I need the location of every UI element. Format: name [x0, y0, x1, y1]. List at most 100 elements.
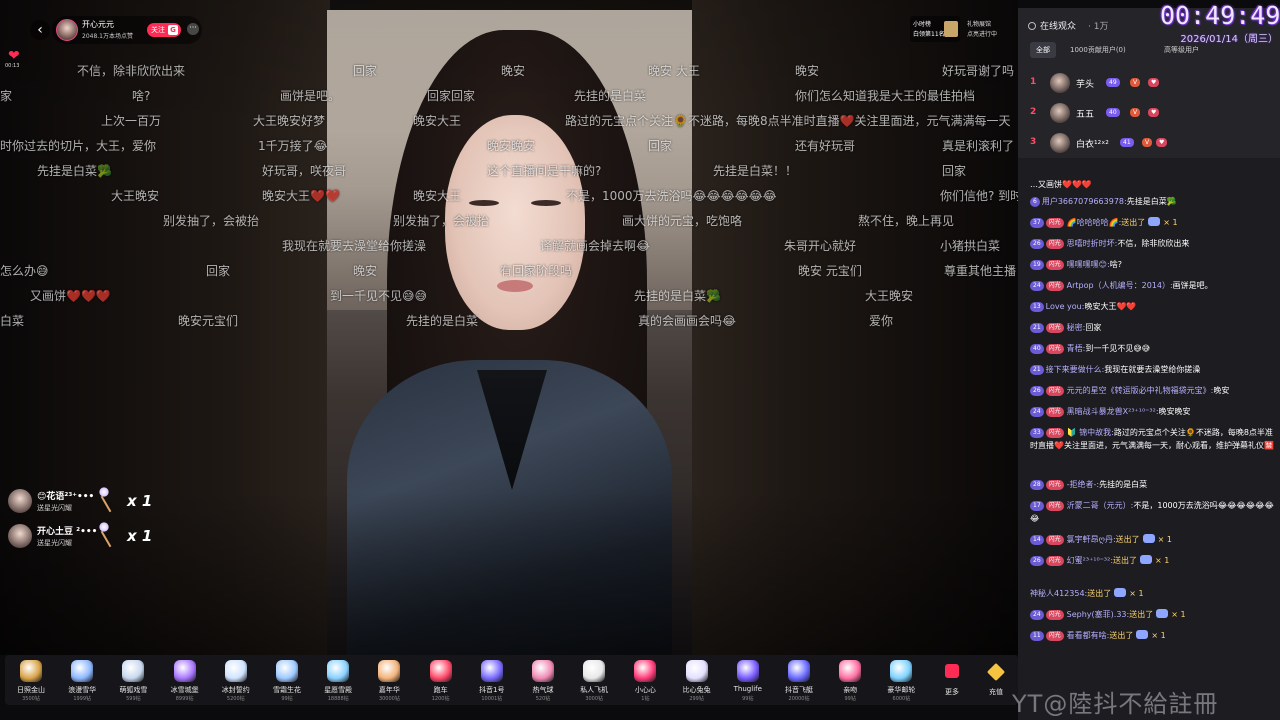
avatar	[1050, 103, 1070, 123]
chat-message[interactable]: 6 用户3667079663978:先挂是白菜🥦	[1030, 195, 1276, 208]
chat-username[interactable]: 看看都有啥:	[1067, 631, 1110, 640]
chat-message[interactable]: 26 闪光 思嘻时折时坏:不信，除非欣欣出来	[1030, 237, 1276, 250]
chat-username[interactable]: 氯宇軒昂ღ丹:	[1067, 535, 1116, 544]
chat-username[interactable]: 青梧:	[1067, 344, 1086, 353]
danmaku-comment: 晚安 元宝们	[798, 264, 862, 278]
chat-message[interactable]: …又画饼❤️❤️❤️	[1030, 178, 1276, 191]
gift-name: Thuglife	[733, 685, 762, 693]
gift-item[interactable]: 冰雪城堡 8999钻	[160, 656, 210, 704]
chat-username[interactable]: 秘密:	[1067, 323, 1086, 332]
fan-badge: 闪光	[1045, 480, 1064, 490]
chat-username[interactable]: Artpop（人机编号：2014）:	[1067, 281, 1173, 290]
chat-message[interactable]: 26 闪光 幻蜜²³⁺¹⁰⁼³²:送出了 × 1	[1030, 554, 1276, 567]
chat-message[interactable]: 26 闪光 元元的星空《转运版必中礼物福袋元宝》:晚安	[1030, 384, 1276, 397]
chat-message[interactable]: 19 闪光 嘿嘿嘿嘿😊:啥?	[1030, 258, 1276, 271]
chat-text: 我现在就要去澡堂给你搓澡	[1104, 365, 1201, 374]
chat-message[interactable]: 17 闪光 沂蒙二哥（元元）:不是，1000万去洗浴吗😂😂😂😂😂😂😂	[1030, 499, 1276, 525]
gift-icon	[1148, 217, 1161, 226]
chat-username[interactable]: Love you:	[1046, 302, 1085, 311]
more-options-button[interactable]: ···	[187, 23, 199, 35]
level-badge: 24	[1030, 407, 1044, 417]
gift-item[interactable]: 雪霜生花 99钻	[262, 656, 312, 704]
live-badge[interactable]: ❤ 00:13	[5, 48, 25, 69]
gift-item[interactable]: 小心心 1钻	[620, 656, 670, 704]
gift-item[interactable]: 豪华邮轮 6000钻	[876, 656, 926, 704]
chat-username[interactable]: 🔰 锦中故我:	[1067, 428, 1114, 437]
gift-icon	[122, 660, 145, 682]
danmaku-comment: 晚安	[795, 64, 820, 78]
recharge-button[interactable]: 充值	[975, 656, 1017, 704]
top-viewer-row[interactable]: 2 五五 40 V ♥	[1028, 100, 1268, 126]
chat-message[interactable]: 13 Love you:晚安大王❤️❤️	[1030, 300, 1276, 313]
chat-message[interactable]: 14 闪光 氯宇軒昂ღ丹:送出了 × 1	[1030, 533, 1276, 546]
gift-gallery-card[interactable]: 礼物展馆 点亮进行中	[965, 16, 1015, 42]
chat-username[interactable]: 思嘻时折时坏:	[1067, 239, 1118, 248]
gift-item[interactable]: 日照金山 3500钻	[6, 656, 56, 704]
more-gifts-button[interactable]: 更多	[935, 656, 969, 704]
gift-item[interactable]: 嘉年华 30000钻	[364, 656, 414, 704]
gift-item[interactable]: 浪漫雪华 1999钻	[57, 656, 107, 704]
chat-message[interactable]: 21 闪光 秘密:回家	[1030, 321, 1276, 334]
gift-icon	[1156, 609, 1169, 618]
danmaku-comment: 回家	[206, 264, 231, 278]
gift-item[interactable]: 萌狐戏雪 599钻	[108, 656, 158, 704]
gift-item[interactable]: 跑车 1200钻	[416, 656, 466, 704]
chat-username[interactable]: 🌈哈哈哈哈🌈:	[1067, 218, 1122, 227]
gift-item[interactable]: 冰封誓约 5200钻	[211, 656, 261, 704]
gift-item[interactable]: 热气球 520钻	[518, 656, 568, 704]
gift-gallery-title: 礼物展馆	[967, 21, 992, 28]
watermark: YT@陸抖不給註冊	[1012, 690, 1219, 718]
hour-rank-card[interactable]: 小时榜 白领第11名	[910, 16, 960, 42]
chat-username[interactable]: 黑暗战斗暴龙兽X²³⁺¹⁰⁼³²:	[1067, 407, 1159, 416]
top-viewer-row[interactable]: 1 芋头 49 V ♥	[1028, 70, 1268, 96]
chat-message[interactable]: 33 闪光 🔰 锦中故我:路过的元宝点个关注🌻不迷路，每晚8点半准时直播❤️关注里面…	[1030, 426, 1276, 452]
gift-price: 3500钻	[22, 696, 40, 702]
chat-username[interactable]: Sephy(塞菲).33:	[1067, 610, 1130, 619]
chat-username[interactable]: -拒绝者-:	[1067, 480, 1099, 489]
fan-badge: 闪光	[1045, 428, 1064, 438]
gift-icon	[890, 660, 913, 682]
gift-item[interactable]: 私人飞机 3000钻	[569, 656, 619, 704]
danmaku-comment: 大王晚安	[865, 289, 914, 303]
gift-item[interactable]: 比心兔兔 299钻	[672, 656, 722, 704]
fan-badge: ♥	[1148, 108, 1160, 117]
chat-text: 啥?	[1109, 260, 1122, 269]
gift-icon	[327, 660, 350, 682]
chat-message[interactable]: 40 闪光 青梧:到一千见不见😅😅	[1030, 342, 1276, 355]
chat-username[interactable]: 幻蜜²³⁺¹⁰⁼³²:	[1067, 556, 1113, 565]
tab-all[interactable]: 全部	[1030, 42, 1056, 58]
chat-message[interactable]: 11 闪光 看看都有啥:送出了 × 1	[1030, 629, 1276, 642]
chat-username[interactable]: 用户3667079663978:	[1042, 197, 1127, 206]
chat-username[interactable]: 接下来要做什么:	[1046, 365, 1105, 374]
gift-item[interactable]: Thuglife 99钻	[723, 656, 773, 704]
gift-name: 跑车	[433, 686, 448, 694]
chat-username[interactable]: 嘿嘿嘿嘿😊:	[1067, 260, 1110, 269]
level-badge: 6	[1030, 197, 1040, 207]
gift-item[interactable]: 亲吻 99钻	[825, 656, 875, 704]
chat-text: 回家	[1085, 323, 1102, 332]
chat-message[interactable]: 28 闪光 -拒绝者-:先挂的是白菜	[1030, 478, 1276, 491]
gift-price: 599钻	[126, 696, 141, 702]
back-button[interactable]: ‹	[30, 20, 50, 40]
chat-message[interactable]: 神秘人412354:送出了 × 1	[1030, 587, 1276, 600]
level-badge: 14	[1030, 535, 1044, 545]
gift-count: × 1	[1129, 589, 1144, 598]
chat-message[interactable]: 37 闪光 🌈哈哈哈哈🌈:送出了 × 1	[1030, 216, 1276, 229]
streamer-avatar[interactable]	[56, 19, 78, 41]
gift-item[interactable]: 抖音1号 10001钻	[467, 656, 517, 704]
chat-username[interactable]: 神秘人412354:	[1030, 589, 1087, 598]
follow-button[interactable]: 关注 G	[147, 23, 181, 37]
chat-message[interactable]: 24 闪光 黑暗战斗暴龙兽X²³⁺¹⁰⁼³²:晚安晚安	[1030, 405, 1276, 418]
chat-text: …又画饼❤️❤️❤️	[1030, 180, 1092, 189]
chat-feed[interactable]: …又画饼❤️❤️❤️ 6 用户3667079663978:先挂是白菜🥦 37 闪光 🌈哈哈…	[1018, 178, 1280, 720]
gift-item[interactable]: 抖音飞艇 20000钻	[774, 656, 824, 704]
chat-username[interactable]: 元元的星空《转运版必中礼物福袋元宝》:	[1067, 386, 1214, 395]
gift-count: × 1	[1157, 535, 1172, 544]
chat-message[interactable]: 24 闪光 Artpop（人机编号：2014）:画饼是吧。	[1030, 279, 1276, 292]
tab-top-contributors[interactable]: 1000贡献用户(0)	[1064, 42, 1132, 58]
gift-item[interactable]: 星愿雪殿 18888钻	[313, 656, 363, 704]
chat-message[interactable]: 21 接下来要做什么:我现在就要去澡堂给你搓澡	[1030, 363, 1276, 376]
chat-message[interactable]: 24 闪光 Sephy(塞菲).33:送出了 × 1	[1030, 608, 1276, 621]
chat-username[interactable]: 沂蒙二哥（元元）:	[1067, 501, 1134, 510]
top-viewer-row[interactable]: 3 白衣¹²ˣ² 41 V ♥	[1028, 130, 1268, 156]
